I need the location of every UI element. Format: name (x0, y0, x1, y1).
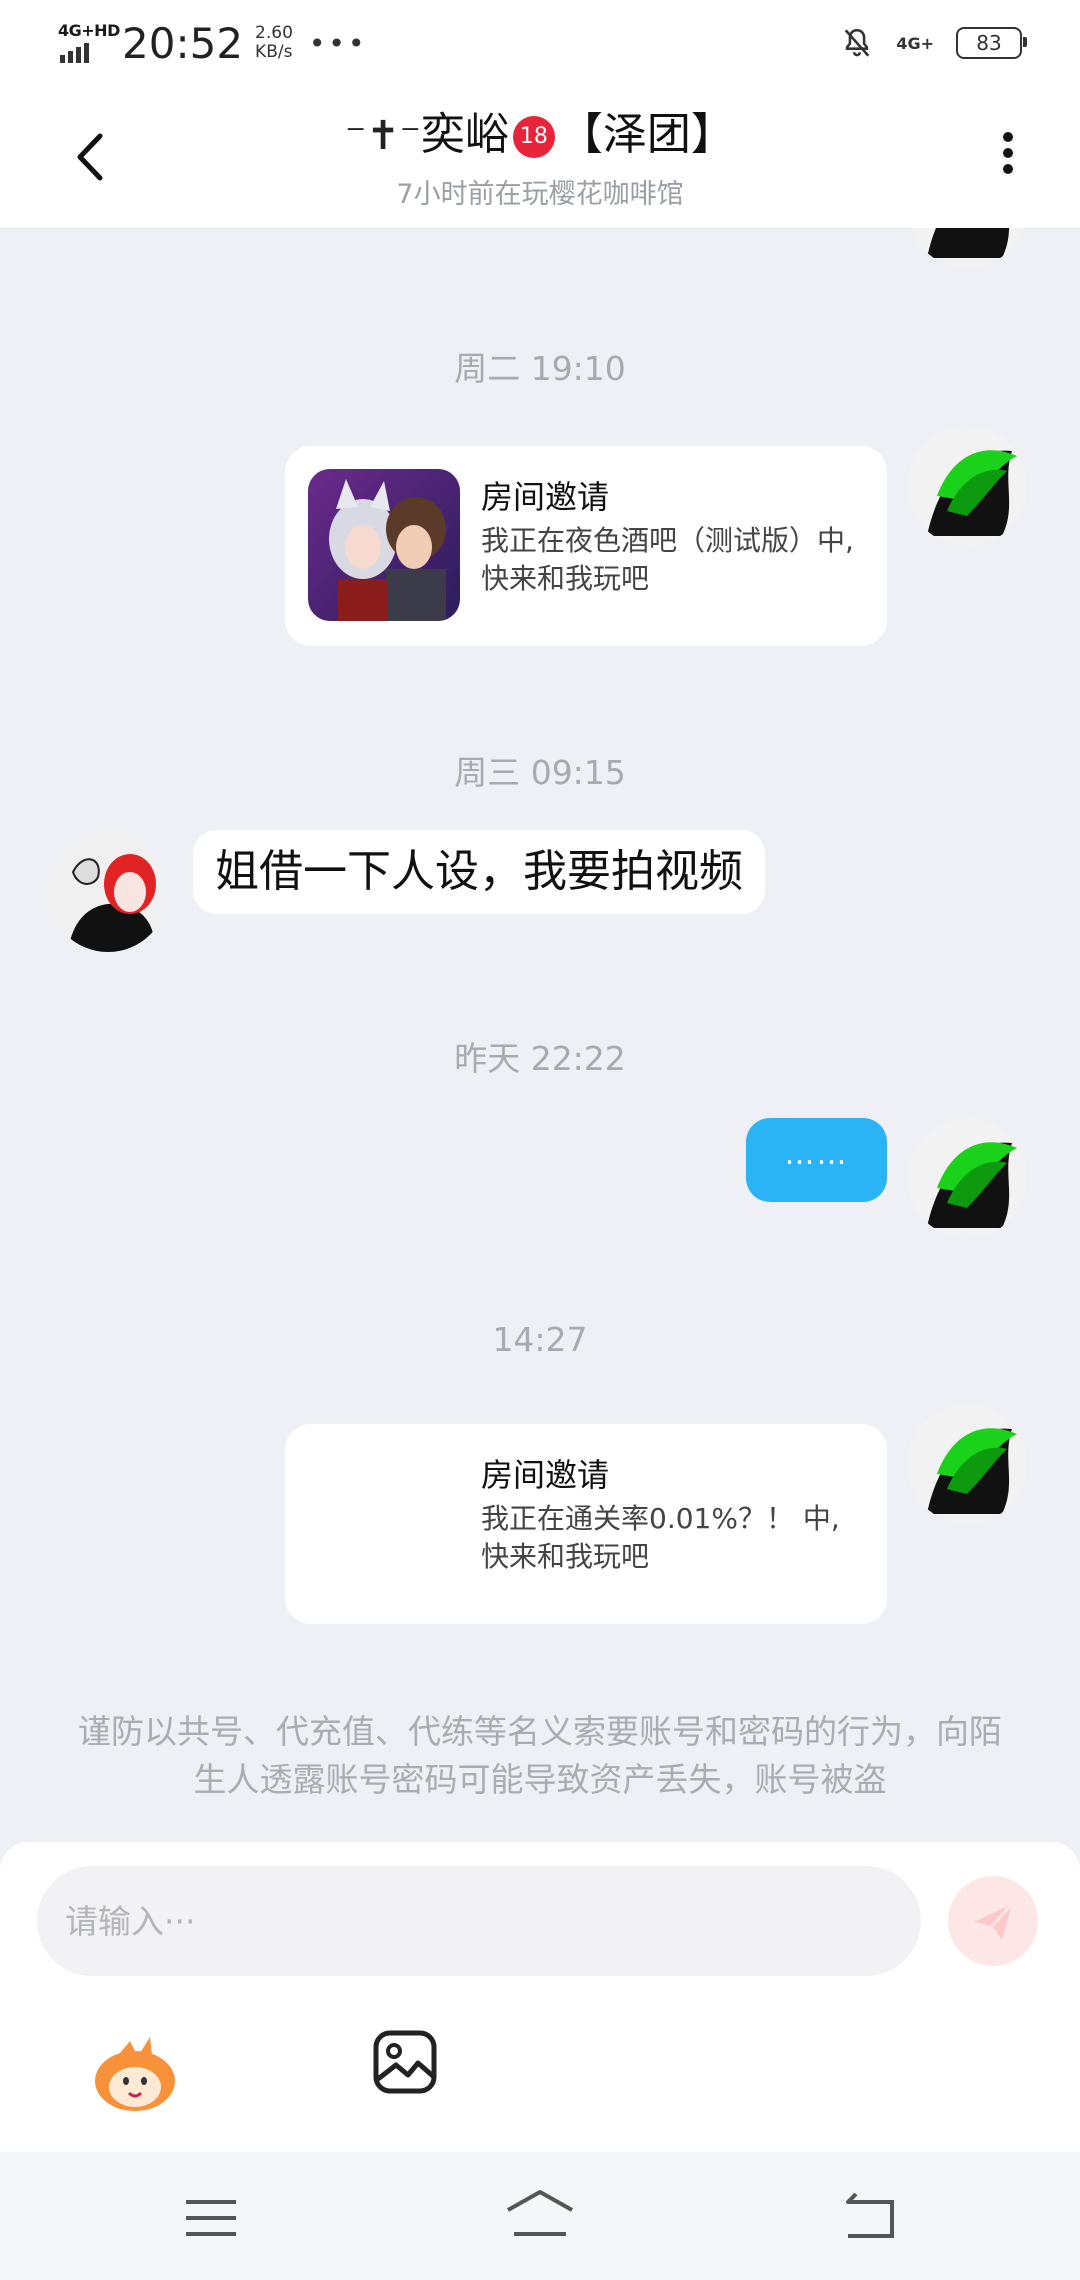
send-icon (974, 1902, 1014, 1940)
timestamp: 周三 09:15 (454, 753, 626, 792)
incoming-message[interactable]: 姐借一下人设，我要拍视频 (193, 830, 765, 914)
title-name: 奕峪 (420, 109, 509, 160)
net-speed-value: 2.60 (255, 23, 293, 43)
timestamp: 周二 19:10 (454, 349, 626, 388)
my-avatar[interactable] (907, 1118, 1027, 1238)
signal-icon: 4G+HD (58, 21, 120, 63)
back-nav-icon[interactable] (842, 2192, 896, 2240)
page-title: ⁻✝⁻奕峪 18 【泽团】 (160, 98, 920, 162)
title-group: 【泽团】 (558, 109, 735, 160)
net-speed: 2.60 KB/s (255, 24, 293, 62)
battery-level: 83 (976, 31, 1002, 55)
clock: 20:52 (122, 18, 244, 68)
bell-muted-icon (845, 28, 870, 57)
card-title: 房间邀请 (481, 478, 610, 516)
message-list[interactable]: 周二 19:10 房间邀请 我正在夜色酒吧（测试版）中, 快来和我玩吧 周三 0… (0, 228, 1080, 1842)
age-badge: 18 (512, 116, 555, 158)
message-input[interactable] (37, 1866, 921, 1976)
cross-ornament-icon: ⁻✝⁻ (345, 113, 421, 159)
title-block: ⁻✝⁻奕峪 18 【泽团】 7小时前在玩樱花咖啡馆 (160, 98, 920, 211)
status-bar: 4G+HD 20:52 2.60 KB/s ••• 4G+ 83 (0, 0, 1080, 80)
game-thumbnail (308, 469, 460, 621)
timestamp: 昨天 22:22 (454, 1039, 626, 1078)
net-speed-unit: KB/s (255, 42, 293, 62)
room-invite-card[interactable]: 房间邀请 我正在通关率0.01%？！ 中,快来和我玩吧 (285, 1424, 887, 1624)
outgoing-message[interactable]: …… (746, 1118, 887, 1202)
more-options-icon[interactable] (988, 126, 1028, 186)
my-avatar[interactable] (907, 228, 1027, 268)
menu-icon[interactable] (184, 2196, 238, 2240)
room-invite-card[interactable]: 房间邀请 我正在夜色酒吧（测试版）中, 快来和我玩吧 (285, 446, 887, 646)
more-notifications: ••• (308, 26, 368, 60)
card-description: 我正在夜色酒吧（测试版）中, 快来和我玩吧 (481, 524, 854, 595)
chat-header: ⁻✝⁻奕峪 18 【泽团】 7小时前在玩樱花咖啡馆 (0, 80, 1080, 229)
battery-icon: 83 (956, 27, 1027, 59)
emoji-sticker-button[interactable] (90, 2027, 180, 2117)
mascot-emoji-icon (95, 2037, 175, 2111)
image-picker-button[interactable] (372, 2029, 438, 2095)
card-title: 房间邀请 (481, 1456, 610, 1494)
my-avatar[interactable] (907, 1404, 1027, 1524)
compose-bar (0, 1842, 1080, 2152)
online-status: 7小时前在玩樱花咖啡馆 (396, 179, 684, 210)
my-avatar[interactable] (907, 426, 1027, 546)
image-icon (373, 2030, 437, 2094)
timestamp: 14:27 (492, 1320, 588, 1359)
system-navigation-bar (0, 2152, 1080, 2280)
send-button[interactable] (948, 1876, 1038, 1966)
network-4g-indicator: 4G+ (896, 33, 934, 53)
card-description: 我正在通关率0.01%？！ 中,快来和我玩吧 (481, 1502, 840, 1573)
security-notice: 谨防以共号、代充值、代练等名义索要账号和密码的行为，向陌生人透露账号密码可能导致… (78, 1712, 1002, 1799)
network-type: 4G+HD (58, 21, 120, 40)
back-icon[interactable] (62, 122, 122, 192)
home-icon[interactable] (504, 2188, 576, 2242)
contact-avatar[interactable] (48, 832, 168, 952)
